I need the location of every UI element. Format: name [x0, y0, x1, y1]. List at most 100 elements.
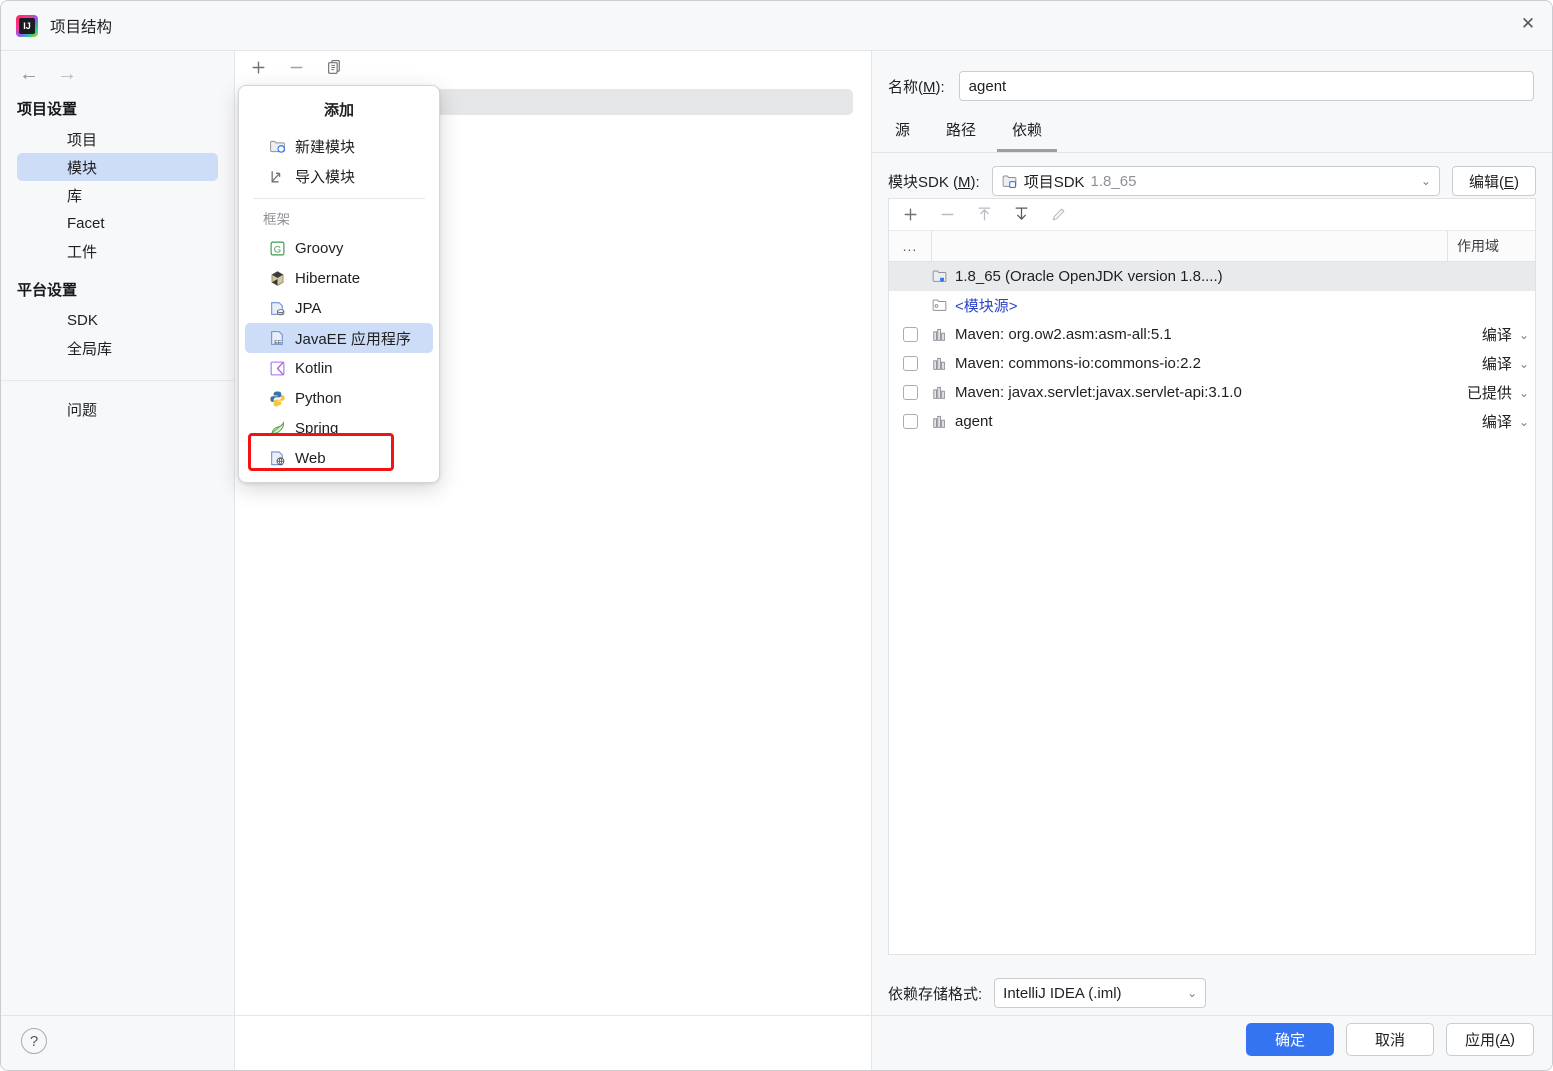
ok-button[interactable]: 确定	[1245, 1023, 1334, 1056]
sidebar-item-modules[interactable]: 模块	[17, 153, 218, 181]
row-checkbox-cell[interactable]	[889, 385, 931, 400]
menu-item-label: 导入模块	[295, 168, 356, 186]
table-row[interactable]: 1.8_65 (Oracle OpenJDK version 1.8....)	[889, 262, 1535, 291]
tab-dependencies[interactable]: 依赖	[997, 115, 1058, 152]
library-icon	[931, 384, 948, 401]
module-name-label: 名称(M):	[888, 78, 945, 96]
row-checkbox-cell[interactable]	[889, 356, 931, 371]
row-checkbox-cell[interactable]	[889, 327, 931, 342]
menu-item-label: Spring	[295, 419, 339, 437]
project-structure-dialog: 项目结构 ✕ ← → 项目设置 项目 模块 库 Facet 工件 平台设置 SD…	[0, 0, 1553, 1071]
row-checkbox[interactable]	[902, 385, 918, 400]
tab-paths[interactable]: 路径	[931, 115, 991, 152]
sidebar-group-project-settings: 项目设置	[17, 101, 78, 118]
menu-item-jpa[interactable]: JPA	[245, 293, 433, 323]
row-name-label[interactable]: <模块源>	[955, 295, 1018, 316]
intellij-idea-icon	[16, 14, 38, 37]
nav-arrows: ← →	[1, 51, 234, 84]
menu-item-kotlin[interactable]: Kotlin	[245, 353, 433, 383]
chevron-down-icon[interactable]: ⌄	[1519, 328, 1529, 342]
menu-item-javaee-application[interactable]: EE JavaEE 应用程序	[245, 323, 433, 353]
copy-module-button[interactable]	[323, 57, 345, 79]
apply-button[interactable]: 应用(A)	[1445, 1023, 1534, 1056]
sidebar-item-libraries[interactable]: 库	[17, 181, 218, 209]
python-icon	[269, 390, 286, 407]
dependency-storage-value: IntelliJ IDEA (.iml)	[1003, 984, 1122, 1002]
module-sdk-combobox[interactable]: 项目SDK 1.8_65 ⌄	[991, 166, 1440, 196]
svg-text:EE: EE	[274, 340, 282, 346]
groovy-icon: G	[269, 240, 286, 257]
menu-item-hibernate[interactable]: Hibernate	[245, 263, 433, 293]
column-header-dots: ...	[902, 238, 918, 254]
row-scope-cell[interactable]: 编译 ⌄	[1447, 353, 1535, 374]
table-row[interactable]: Maven: org.ow2.asm:asm-all:5.1 编译 ⌄	[889, 320, 1535, 349]
row-checkbox[interactable]	[902, 327, 918, 342]
column-header-scope: 作用域	[1447, 231, 1535, 261]
popup-group-frameworks: 框架	[263, 212, 290, 227]
module-name-input[interactable]	[958, 71, 1534, 101]
chevron-down-icon[interactable]: ⌄	[1519, 386, 1529, 400]
remove-dependency-button[interactable]	[936, 204, 958, 226]
menu-item-spring[interactable]: Spring	[245, 413, 433, 443]
dependency-storage-label: 依赖存储格式:	[888, 985, 983, 1003]
row-name-cell: Maven: org.ow2.asm:asm-all:5.1	[931, 326, 1447, 343]
row-scope-label: 已提供	[1466, 385, 1512, 402]
row-name-label: agent	[955, 413, 993, 430]
row-name-cell: Maven: javax.servlet:javax.servlet-api:3…	[931, 384, 1447, 401]
table-row[interactable]: <模块源>	[889, 291, 1535, 320]
row-name-label: Maven: commons-io:commons-io:2.2	[955, 355, 1201, 372]
row-scope-cell[interactable]: 已提供 ⌄	[1447, 382, 1535, 403]
menu-item-groovy[interactable]: G Groovy	[245, 233, 433, 263]
sidebar-item-artifacts[interactable]: 工件	[17, 237, 218, 265]
sidebar-item-problems[interactable]: 问题	[17, 395, 218, 423]
sidebar-group-platform-settings: 平台设置	[17, 282, 78, 299]
module-name-row: 名称(M):	[872, 51, 1552, 101]
chevron-down-icon[interactable]: ⌄	[1519, 415, 1529, 429]
footer-divider	[1, 1015, 1552, 1016]
sidebar-item-global-libraries[interactable]: 全局库	[17, 334, 218, 362]
forward-arrow-icon[interactable]: →	[57, 64, 77, 84]
new-module-icon	[269, 138, 286, 155]
row-name-label: 1.8_65 (Oracle OpenJDK version 1.8....)	[955, 268, 1223, 285]
dependency-storage-combobox[interactable]: IntelliJ IDEA (.iml) ⌄	[994, 978, 1207, 1008]
menu-item-web[interactable]: Web	[245, 443, 433, 473]
help-button[interactable]: ?	[21, 1028, 47, 1054]
sdk-folder-icon	[1001, 173, 1018, 190]
menu-item-new-module[interactable]: 新建模块	[245, 131, 433, 161]
add-module-button[interactable]	[247, 57, 269, 79]
library-icon	[931, 413, 948, 430]
row-name-cell: <模块源>	[931, 295, 1447, 316]
row-checkbox[interactable]	[902, 414, 918, 429]
row-checkbox[interactable]	[902, 356, 918, 371]
menu-item-import-module[interactable]: 导入模块	[245, 161, 433, 191]
library-icon	[931, 326, 948, 343]
sidebar-item-project[interactable]: 项目	[17, 125, 218, 153]
move-up-button[interactable]	[973, 204, 995, 226]
sidebar: ← → 项目设置 项目 模块 库 Facet 工件 平台设置 SDK 全局库 问…	[1, 51, 235, 1070]
hibernate-icon	[269, 270, 286, 287]
row-name-cell: agent	[931, 413, 1447, 430]
table-row[interactable]: Maven: commons-io:commons-io:2.2 编译 ⌄	[889, 349, 1535, 378]
table-row[interactable]: agent 编译 ⌄	[889, 407, 1535, 436]
row-scope-cell[interactable]: 编译 ⌄	[1447, 324, 1535, 345]
chevron-down-icon[interactable]: ⌄	[1519, 357, 1529, 371]
add-dependency-button[interactable]	[899, 204, 921, 226]
table-row[interactable]: Maven: javax.servlet:javax.servlet-api:3…	[889, 378, 1535, 407]
edit-sdk-button[interactable]: 编辑(E)	[1451, 166, 1536, 196]
cancel-button[interactable]: 取消	[1345, 1023, 1434, 1056]
back-arrow-icon[interactable]: ←	[19, 64, 39, 84]
close-icon[interactable]: ✕	[1504, 1, 1552, 47]
row-scope-label: 编译	[1481, 414, 1512, 431]
row-checkbox-cell[interactable]	[889, 414, 931, 429]
menu-item-python[interactable]: Python	[245, 383, 433, 413]
sidebar-item-sdks[interactable]: SDK	[17, 306, 218, 334]
row-scope-cell[interactable]: 编译 ⌄	[1447, 411, 1535, 432]
menu-item-label: 新建模块	[295, 138, 356, 156]
edit-dependency-button[interactable]	[1047, 204, 1069, 226]
add-popup-menu: 添加 新建模块 导入模块 框架 G Groovy Hibernate JPA E…	[238, 85, 440, 483]
remove-module-button[interactable]	[285, 57, 307, 79]
tab-sources[interactable]: 源	[880, 115, 925, 152]
sidebar-item-facets[interactable]: Facet	[17, 209, 218, 237]
move-down-button[interactable]	[1010, 204, 1032, 226]
sidebar-divider	[1, 380, 234, 381]
